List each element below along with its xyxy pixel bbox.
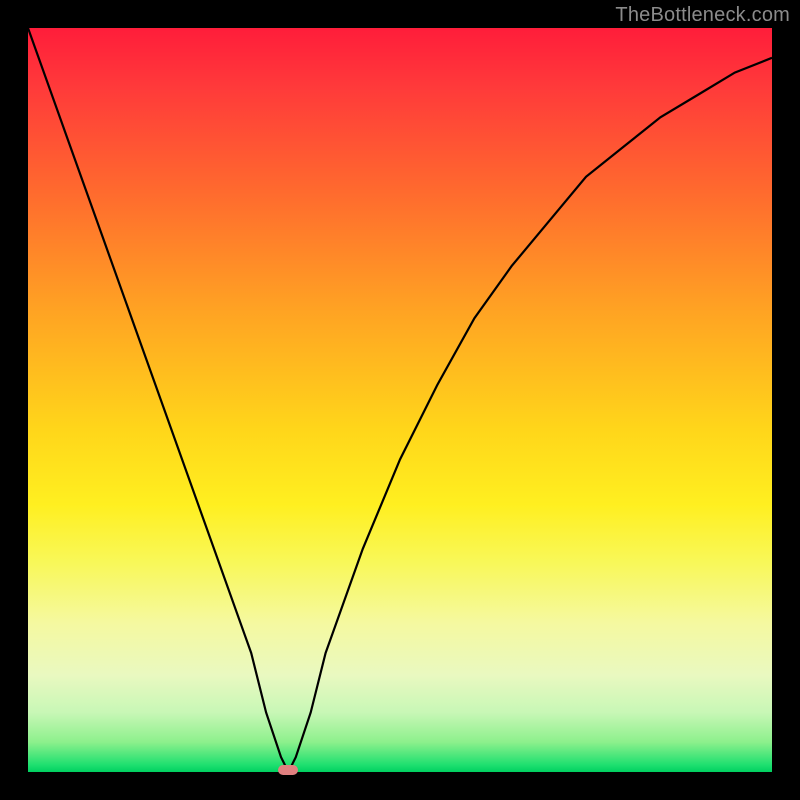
watermark-text: TheBottleneck.com [615, 4, 790, 27]
chart-plot-area [28, 28, 772, 772]
chart-curve [28, 28, 772, 772]
chart-curve-path [28, 28, 772, 772]
chart-frame: TheBottleneck.com [0, 0, 800, 800]
chart-minimum-marker [278, 765, 298, 775]
